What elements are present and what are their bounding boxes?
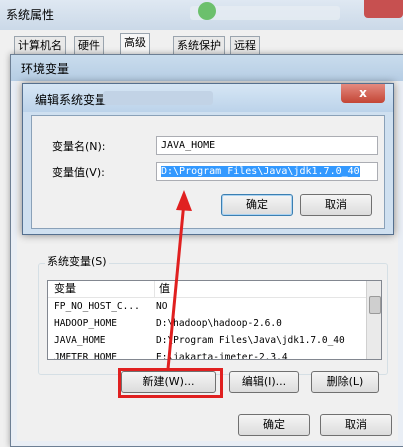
annotation-arrow-head bbox=[176, 190, 192, 211]
annotation-arrow bbox=[166, 190, 192, 370]
annotation-arrow-shaft bbox=[166, 201, 186, 370]
